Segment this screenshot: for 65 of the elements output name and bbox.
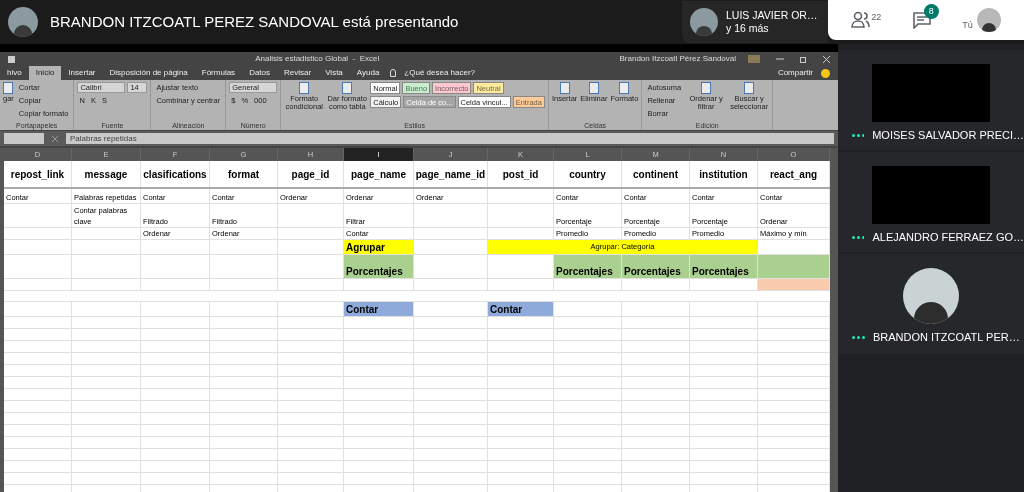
document-icon [342, 82, 353, 94]
table-cell-text: page_name [351, 167, 406, 182]
table-cell-text: page_name_id [415, 167, 486, 182]
ribbon-tab[interactable]: Datos [242, 66, 278, 80]
ribbon-tab[interactable]: Revisar [277, 66, 319, 80]
participants-chip[interactable]: LUIS JAVIER OR… y 16 más [682, 1, 828, 43]
presenter-title: BRANDON ITZCOATL PEREZ SANDOVAL está presentando [50, 11, 459, 32]
restore-icon[interactable] [800, 55, 807, 63]
avatar [8, 7, 38, 37]
table-cell-text: country [569, 167, 606, 182]
ribbon-tab[interactable]: Vista [318, 66, 350, 80]
formula-text: Palabras repetidas [70, 132, 137, 145]
document-icon [299, 82, 310, 94]
account-name: Brandon Itzcoatl Pérez Sandoval [619, 53, 736, 65]
more-count: y 16 más [726, 22, 770, 36]
ribbon-tab[interactable]: hivo [0, 66, 29, 80]
avatar [690, 8, 718, 36]
table-cell: Agrupar [344, 240, 414, 254]
document-icon [559, 82, 570, 94]
self-label: Tú [962, 18, 973, 32]
document-icon [619, 82, 630, 94]
table-cell-text: react_ang [769, 167, 818, 182]
avatar [903, 268, 959, 324]
more-options-icon[interactable] [852, 133, 865, 137]
chat-badge: 8 [923, 4, 939, 19]
table-cell-text: page_id [291, 167, 330, 182]
close-icon[interactable] [823, 55, 830, 63]
table-cell: Porcentajes [554, 255, 622, 278]
table-cell-text: post_id [502, 167, 539, 182]
ribbon-tab[interactable]: Disposición de página [102, 66, 195, 80]
scrollbar[interactable] [830, 148, 838, 492]
table-cell: Contar [344, 302, 414, 316]
formula-bar[interactable]: Palabras repetidas [66, 133, 834, 144]
participant-name: BRANDON ITZCOATL PER… [873, 330, 1020, 345]
ribbon-tab[interactable]: Insertar [61, 66, 103, 80]
document-icon [3, 82, 14, 94]
minimize-icon[interactable] [776, 56, 784, 62]
people-count: 22 [871, 11, 882, 24]
table-cell-text: clasifications [143, 167, 207, 182]
table-cell-text: repost_link [10, 167, 65, 182]
table-cell-text: continent [633, 167, 678, 182]
table-cell: Porcentajes [622, 255, 690, 278]
document-icon [744, 82, 755, 94]
table-cell: Contar [488, 302, 554, 316]
share-button[interactable]: Compartir [769, 66, 821, 80]
participant-name: ALEJANDRO FERRAEZ GO… [872, 230, 1024, 245]
participant-name: LUIS JAVIER OR… [726, 8, 818, 22]
more-options-icon[interactable] [852, 235, 865, 239]
table-cell-text: institution [699, 167, 748, 182]
avatar [976, 8, 1001, 32]
table-cell: Porcentajes [690, 255, 758, 278]
lightbulb-icon [390, 69, 397, 77]
more-options-icon[interactable] [852, 335, 865, 339]
document-icon [588, 82, 599, 94]
search-hint[interactable]: ¿Qué desea hacer? [400, 66, 480, 80]
table-cell-text: message [84, 167, 128, 182]
ribbon-tab[interactable]: Fórmulas [194, 66, 243, 80]
ribbon-tab[interactable]: Inicio [28, 66, 62, 80]
document-icon [701, 82, 712, 94]
people-icon[interactable] [851, 11, 872, 29]
table-cell: Porcentajes [344, 255, 414, 278]
participant-name: MOISES SALVADOR PRECI… [872, 128, 1024, 143]
table-cell-text: format [227, 167, 260, 182]
ribbon-tab[interactable]: Ayuda [349, 66, 387, 80]
window-title: Analisis estadistico Global - Excel [255, 53, 380, 65]
